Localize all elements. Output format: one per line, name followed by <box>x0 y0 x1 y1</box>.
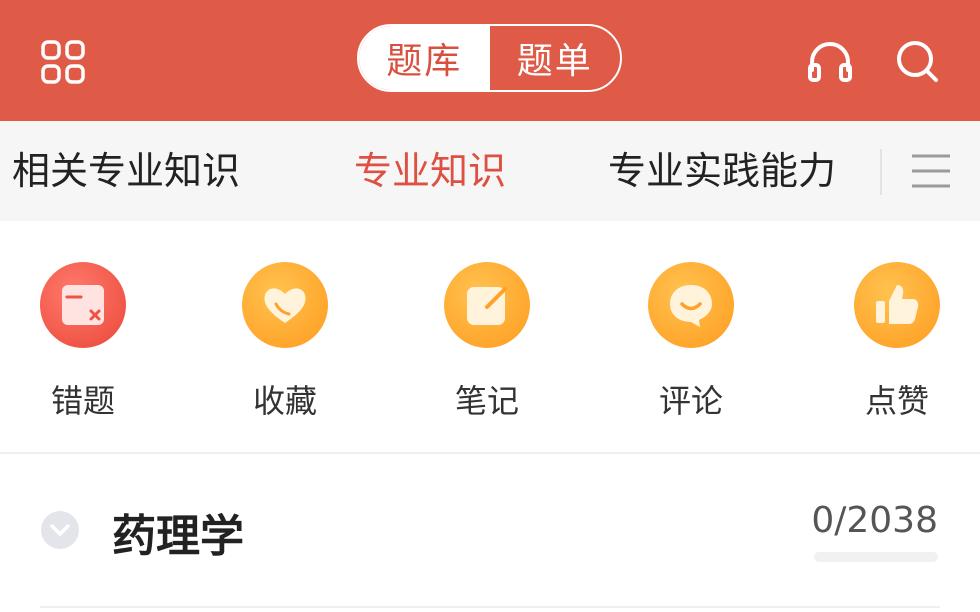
shortcut-label: 笔记 <box>454 382 519 420</box>
headphones-icon <box>808 42 852 82</box>
row-divider <box>40 606 940 608</box>
tab-related-knowledge[interactable]: 相关专业知识 <box>12 121 240 221</box>
shortcut-comments[interactable]: 评论 <box>626 262 756 420</box>
grid-icon <box>41 40 85 84</box>
heart-icon <box>242 262 328 348</box>
chevron-down-icon <box>41 511 79 549</box>
segmented-control: 题库 题单 <box>357 24 622 92</box>
segment-question-list[interactable]: 题单 <box>490 26 621 90</box>
thumbs-up-icon <box>854 262 940 348</box>
top-header: 题库 题单 <box>0 0 980 121</box>
search-icon <box>897 41 938 82</box>
grid-menu-button[interactable] <box>40 40 86 84</box>
tab-menu-button[interactable] <box>910 152 952 190</box>
shortcut-label: 错题 <box>50 382 115 420</box>
chapter-title[interactable]: 药理学 <box>112 500 244 564</box>
shortcut-notes[interactable]: 笔记 <box>422 262 552 420</box>
wrong-questions-icon <box>40 262 126 348</box>
chapter-progress-bar <box>814 552 938 562</box>
shortcut-wrong-questions[interactable]: 错题 <box>18 262 148 420</box>
search-button[interactable] <box>893 38 941 84</box>
shortcut-likes[interactable]: 点赞 <box>832 262 962 420</box>
tab-divider <box>880 149 882 195</box>
chapter-expand-toggle[interactable] <box>40 510 80 550</box>
hamburger-icon <box>912 154 950 188</box>
segment-question-bank[interactable]: 题库 <box>359 26 490 90</box>
shortcut-label: 点赞 <box>864 382 929 420</box>
note-icon <box>444 262 530 348</box>
section-divider <box>0 452 980 454</box>
subject-tab-bar: 相关专业知识 专业知识 专业实践能力 <box>0 121 980 221</box>
shortcut-label: 评论 <box>658 382 723 420</box>
shortcut-favorites[interactable]: 收藏 <box>220 262 350 420</box>
shortcut-label: 收藏 <box>252 382 317 420</box>
tab-professional-knowledge[interactable]: 专业知识 <box>354 121 506 221</box>
headphones-button[interactable] <box>806 38 854 84</box>
comment-icon <box>648 262 734 348</box>
tab-practice-ability[interactable]: 专业实践能力 <box>608 121 836 221</box>
chapter-progress-count: 0/2038 <box>811 500 938 541</box>
